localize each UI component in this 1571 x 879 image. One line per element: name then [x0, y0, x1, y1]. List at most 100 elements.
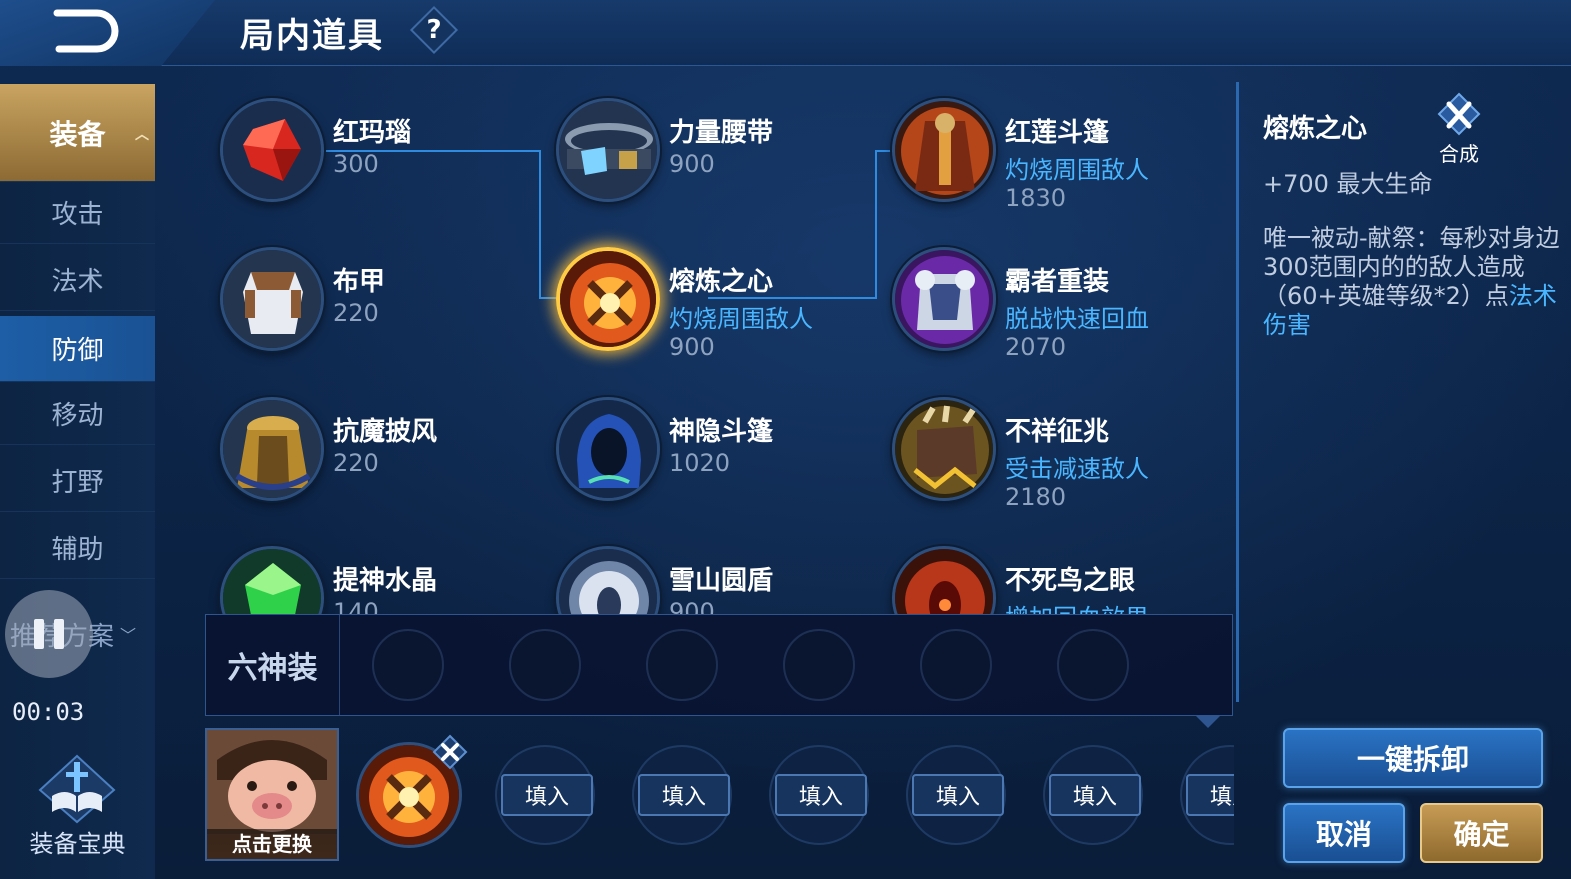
item-price: 2180 — [1005, 483, 1067, 511]
disassemble-all-button[interactable]: 一键拆卸 — [1283, 728, 1543, 788]
six-god-bar: 六神装 — [205, 614, 1233, 716]
item-anti-magic-cloak[interactable]: 抗魔披风 220 — [220, 397, 540, 517]
equipment-codex-button[interactable]: 装备宝典 — [10, 750, 145, 860]
item-price: 1020 — [669, 449, 731, 477]
item-name: 提神水晶 — [333, 566, 438, 596]
item-name: 雪山圆盾 — [669, 566, 774, 596]
sidebar-item-label: 攻击 — [51, 200, 104, 230]
phoenix-eye-icon — [892, 546, 996, 615]
six-god-slot[interactable] — [509, 629, 581, 701]
item-name: 不祥征兆 — [1005, 417, 1110, 447]
synthesize-button[interactable]: 合成 — [1429, 92, 1489, 166]
item-phoenix-eye[interactable]: 不死鸟之眼 增加回血效果 2100 — [892, 546, 1212, 615]
fill-in-button[interactable]: 填入 — [1049, 774, 1141, 816]
empty-equip-slot[interactable]: 填入 — [1180, 745, 1234, 845]
empty-equip-slot[interactable]: 填入 — [906, 745, 1006, 845]
item-molten-heart[interactable]: 熔炼之心 灼烧周围敌人 900 — [556, 247, 876, 367]
overlord-armor-icon — [892, 247, 996, 351]
fill-in-button[interactable]: 填入 — [775, 774, 867, 816]
synthesize-label: 合成 — [1439, 142, 1479, 166]
item-refreshing-crystal[interactable]: 提神水晶 140 — [220, 546, 540, 615]
question-icon: ? — [426, 15, 442, 45]
hero-portrait[interactable]: 点击更换 — [205, 728, 339, 861]
remove-item-button[interactable] — [432, 734, 468, 770]
page-title: 局内道具 — [240, 16, 384, 56]
item-name: 红玛瑙 — [333, 118, 412, 148]
hooded-cloak-icon — [556, 397, 660, 501]
game-timer: 00:03 — [12, 698, 85, 726]
item-overlord-armor[interactable]: 霸者重装 脱战快速回血 2070 — [892, 247, 1212, 367]
round-shield-icon — [556, 546, 660, 615]
item-red-agate[interactable]: 红玛瑙 300 — [220, 98, 540, 218]
item-name: 布甲 — [333, 267, 386, 297]
back-arrow-icon — [53, 9, 119, 53]
pause-bar-right — [54, 619, 64, 649]
red-gem-icon — [220, 98, 324, 202]
item-name: 霸者重装 — [1005, 267, 1110, 297]
item-name: 不死鸟之眼 — [1005, 566, 1136, 596]
sidebar-item-label: 法术 — [51, 267, 104, 297]
hero-avatar — [207, 730, 337, 834]
red-cloak-icon — [892, 98, 996, 202]
codex-label: 装备宝典 — [29, 830, 126, 858]
ominous-omen-icon — [892, 397, 996, 501]
detail-item-name: 熔炼之心 — [1263, 114, 1368, 144]
item-red-lotus-cloak[interactable]: 红莲斗篷 灼烧周围敌人 1830 — [892, 98, 1212, 218]
item-price: 900 — [669, 598, 715, 615]
six-god-slot[interactable] — [920, 629, 992, 701]
empty-equip-slot[interactable]: 填入 — [495, 745, 595, 845]
back-button[interactable] — [48, 6, 120, 54]
item-snow-shield[interactable]: 雪山圆盾 900 — [556, 546, 876, 615]
cancel-button[interactable]: 取消 — [1283, 803, 1405, 863]
confirm-button[interactable]: 确定 — [1420, 803, 1543, 863]
six-god-slot[interactable] — [372, 629, 444, 701]
item-detail-panel: 熔炼之心 合成 +700 最大生命 唯一被动-献祭：每秒对身边300范围内的的敌… — [1236, 82, 1571, 702]
fill-in-button[interactable]: 填入 — [638, 774, 730, 816]
item-cloth-armor[interactable]: 布甲 220 — [220, 247, 540, 367]
sidebar-item-label: 打野 — [51, 468, 104, 498]
change-hero-caption: 点击更换 — [207, 829, 337, 859]
sidebar-item-label: 防御 — [51, 336, 104, 366]
green-crystal-icon — [220, 546, 324, 615]
item-name: 神隐斗篷 — [669, 417, 774, 447]
sidebar-item-jungle[interactable]: 打野 — [0, 450, 155, 512]
item-hidden-cloak[interactable]: 神隐斗篷 1020 — [556, 397, 876, 517]
item-name: 熔炼之心 — [669, 267, 774, 297]
item-ominous-omen[interactable]: 不祥征兆 受击减速敌人 2180 — [892, 397, 1212, 517]
book-icon — [38, 754, 116, 824]
fill-in-button[interactable]: 填入 — [501, 774, 593, 816]
detail-stat: +700 最大生命 — [1263, 170, 1433, 198]
fill-in-button[interactable]: 填入 — [1186, 774, 1234, 816]
six-god-slot[interactable] — [783, 629, 855, 701]
six-bar-pointer — [1196, 716, 1220, 728]
sidebar-item-magic[interactable]: 法术 — [0, 249, 155, 311]
six-god-slot[interactable] — [646, 629, 718, 701]
chevron-up-icon: ︿ — [135, 127, 149, 143]
item-price: 140 — [333, 598, 379, 615]
chevron-down-icon: ﹀ — [120, 626, 137, 645]
help-button[interactable]: ? — [409, 5, 459, 55]
item-grid: 红玛瑙 300 力量腰带 900 红莲斗篷 灼烧周围敌人 1830 布甲 220… — [160, 70, 1232, 615]
item-effect: 灼烧周围敌人 — [669, 305, 813, 333]
close-icon — [432, 734, 468, 770]
sidebar-item-defense[interactable]: 防御 — [0, 316, 155, 382]
item-price: 2070 — [1005, 333, 1067, 361]
empty-equip-slot[interactable]: 填入 — [632, 745, 732, 845]
pause-button[interactable] — [5, 590, 93, 678]
six-god-slot[interactable] — [1057, 629, 1129, 701]
fill-in-button[interactable]: 填入 — [912, 774, 1004, 816]
sidebar-item-movement[interactable]: 移动 — [0, 383, 155, 445]
item-strength-belt[interactable]: 力量腰带 900 — [556, 98, 876, 218]
empty-equip-slot[interactable]: 填入 — [1043, 745, 1143, 845]
sidebar-head-equipment[interactable]: 装备 ︿ — [0, 84, 155, 182]
item-price: 900 — [669, 150, 715, 178]
anti-magic-cloak-icon — [220, 397, 324, 501]
equip-slot-clip: 填入 — [1180, 740, 1234, 850]
six-god-label: 六神装 — [206, 615, 340, 715]
sidebar-item-support[interactable]: 辅助 — [0, 517, 155, 579]
item-name: 红莲斗篷 — [1005, 118, 1110, 148]
empty-equip-slot[interactable]: 填入 — [769, 745, 869, 845]
pause-bar-left — [34, 619, 44, 649]
sidebar-item-attack[interactable]: 攻击 — [0, 182, 155, 244]
cloth-armor-icon — [220, 247, 324, 351]
